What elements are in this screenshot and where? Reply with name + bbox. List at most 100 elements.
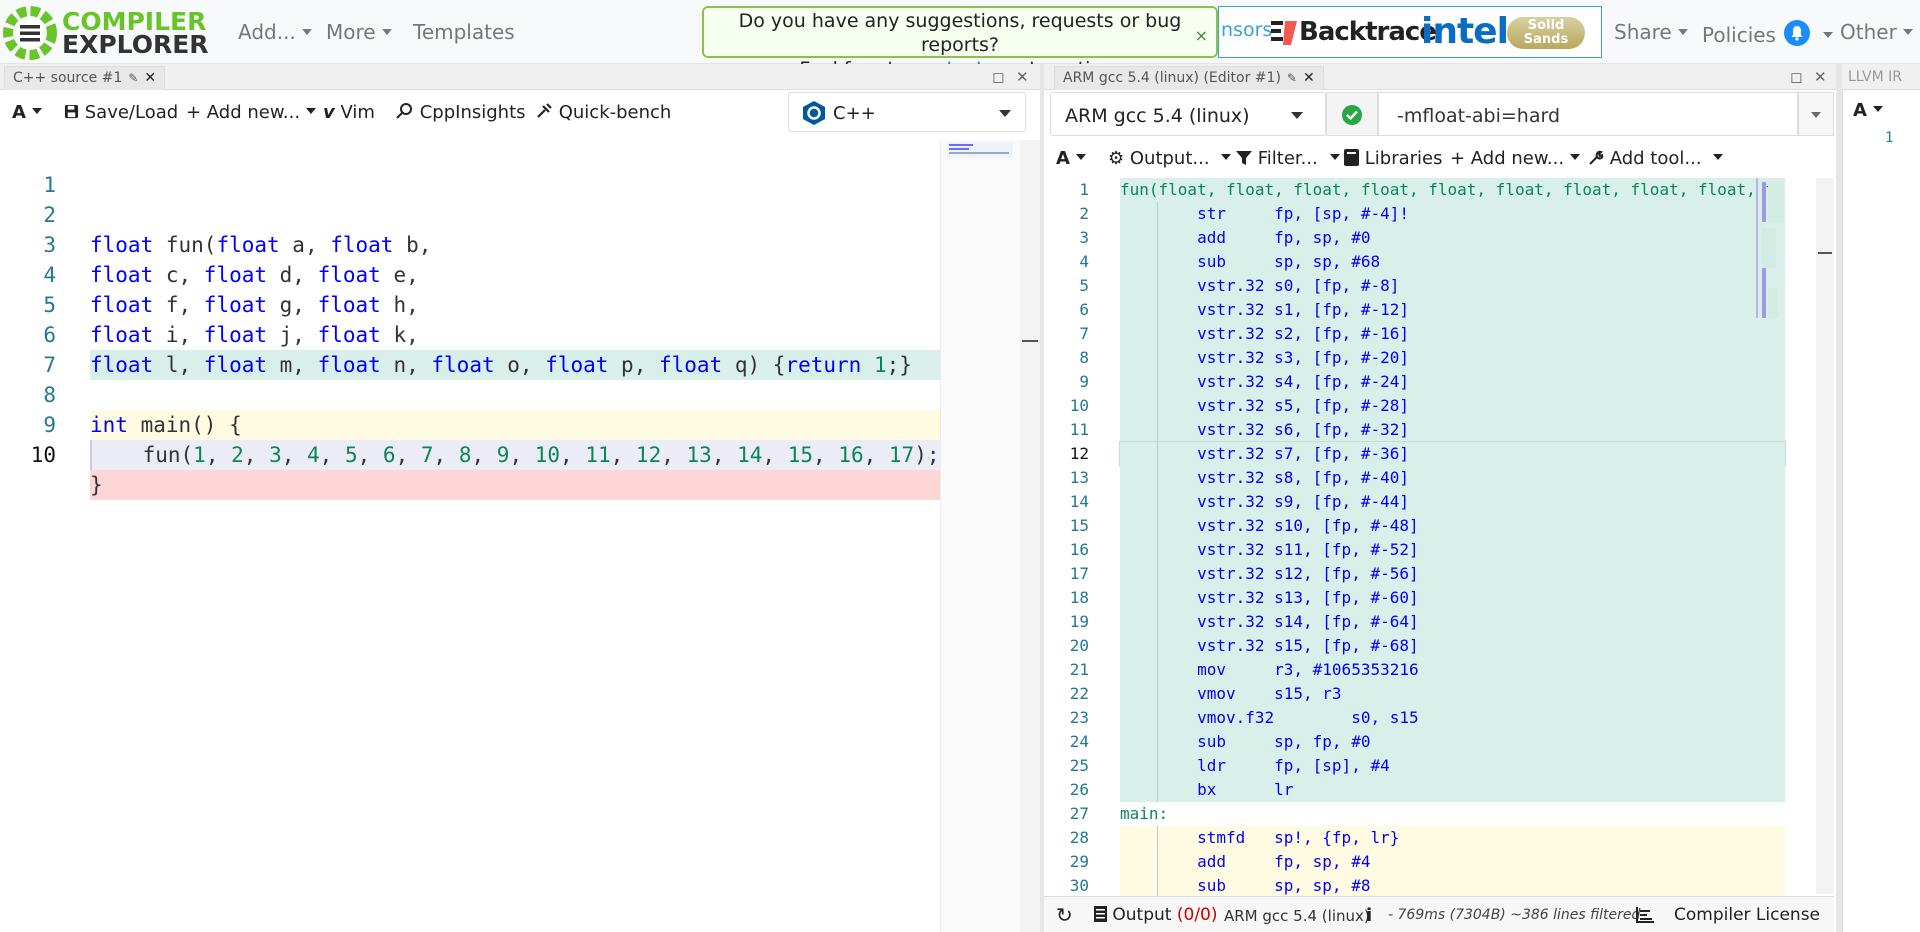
notice-close-icon[interactable]: ×	[1195, 24, 1208, 48]
tab-llvm-ir[interactable]: LLVM IR	[1844, 66, 1907, 89]
add-new-button[interactable]: + Add new...	[1450, 148, 1580, 169]
asm-text: vstr.32 s9, [fp, #-44]	[1120, 490, 1785, 514]
code-line: 5 float i, float j, float k,	[0, 260, 940, 347]
asm-line: 26 bx lr	[1045, 778, 1835, 802]
asm-instruction: vstr.32 s6, [fp, #-32]	[1120, 420, 1409, 439]
pencil-icon[interactable]: ✎	[128, 71, 138, 85]
logo-line2: EXPLORER	[62, 30, 209, 59]
pane-divider[interactable]	[1040, 64, 1044, 932]
compile-status-ok	[1326, 92, 1378, 136]
font-size-button[interactable]: A	[1056, 148, 1086, 169]
pencil-icon[interactable]: ✎	[1287, 71, 1297, 85]
solid-sands-sponsor[interactable]: Solid Sands	[1507, 17, 1585, 49]
output-menu[interactable]: ⚙ Output...	[1108, 148, 1231, 169]
close-icon[interactable]: ✕	[144, 70, 156, 86]
indent-guide	[1157, 754, 1158, 778]
compiler-license-link[interactable]: Compiler License	[1674, 905, 1820, 925]
font-size-button[interactable]: A	[12, 102, 42, 123]
filter-menu[interactable]: Filter...	[1236, 148, 1340, 169]
other-menu[interactable]: Other	[1840, 20, 1913, 44]
libraries-label: Libraries	[1364, 148, 1443, 169]
backtrace-sponsor[interactable]: Backtrace	[1299, 17, 1437, 47]
line-number: 18	[1069, 588, 1089, 607]
indent-guide	[1157, 706, 1158, 730]
asm-label: main:	[1120, 804, 1169, 823]
sponsors-box[interactable]: nsors Backtrace intel. Solid Sands	[1218, 6, 1602, 58]
indent-guide	[1157, 778, 1158, 802]
line-number: 3	[1079, 228, 1089, 247]
line-number: 9	[1079, 372, 1089, 391]
cppinsights-button[interactable]: CppInsights	[396, 102, 526, 123]
options-dropdown-button[interactable]	[1798, 92, 1834, 136]
compiler-explorer-logo[interactable]: COMPILER EXPLORER	[2, 4, 209, 62]
source-editor[interactable]: 1 2 float fun(float a, float b, 3 float …	[0, 140, 940, 932]
close-pane-icon[interactable]: ✕	[1814, 68, 1827, 86]
pane-divider[interactable]	[1836, 64, 1842, 932]
source-tabbar: C++ source #1 ✎ ✕ ◻ ✕	[0, 64, 1040, 90]
asm-instruction: ldr fp, [sp], #4	[1120, 756, 1390, 775]
asm-line: 16 vstr.32 s11, [fp, #-52]	[1045, 538, 1835, 562]
asm-line: 25 ldr fp, [sp], #4	[1045, 754, 1835, 778]
compiler-options-input[interactable]: -mfloat-abi=hard	[1378, 92, 1798, 136]
compiler-select[interactable]: ARM gcc 5.4 (linux)	[1050, 92, 1326, 136]
asm-text: vstr.32 s14, [fp, #-64]	[1120, 610, 1785, 634]
intel-sponsor[interactable]: intel.	[1421, 11, 1522, 52]
feedback-notice: Do you have any suggestions, requests or…	[702, 6, 1218, 80]
assembly-output[interactable]: 1 fun(float, float, float, float, float, …	[1045, 178, 1835, 898]
assembly-scrollbar[interactable]	[1816, 178, 1834, 894]
tab-compiler[interactable]: ARM gcc 5.4 (linux) (Editor #1) ✎ ✕	[1054, 66, 1324, 90]
output-toggle[interactable]: Output (0/0)	[1094, 905, 1218, 925]
code-line: 8 int main() {	[0, 350, 940, 440]
asm-text: vstr.32 s8, [fp, #-40]	[1120, 466, 1785, 490]
asm-text: mov r3, #1065353216	[1120, 658, 1785, 682]
save-load-button[interactable]: Save/Load	[64, 102, 178, 123]
font-size-button[interactable]: A	[1853, 100, 1883, 121]
terminal-icon	[1094, 906, 1107, 922]
share-menu[interactable]: Share	[1614, 20, 1688, 44]
indent-guide	[1157, 202, 1158, 226]
cpp-logo-icon	[803, 101, 825, 125]
refresh-icon[interactable]: ↻	[1056, 903, 1073, 927]
info-icon[interactable]: i	[1366, 905, 1372, 926]
chart-icon[interactable]	[1636, 907, 1654, 923]
line-number: 22	[1069, 684, 1089, 703]
filter-label: Filter...	[1257, 148, 1318, 169]
line-number: 2	[1079, 204, 1089, 223]
code-line: 9 fun(1, 2, 3, 4, 5, 6, 7, 8, 9, 10, 11,…	[0, 380, 940, 470]
asm-line: 24 sub sp, fp, #0	[1045, 730, 1835, 754]
source-minimap[interactable]	[940, 140, 1020, 932]
asm-instruction: vstr.32 s14, [fp, #-64]	[1120, 612, 1419, 631]
policies-menu[interactable]: Policies	[1702, 20, 1833, 47]
close-pane-icon[interactable]: ✕	[1016, 68, 1029, 86]
asm-instruction: vstr.32 s1, [fp, #-12]	[1120, 300, 1409, 319]
line-number: 11	[1069, 420, 1089, 439]
asm-text: vmov.f32 s0, s15	[1120, 706, 1785, 730]
assembly-minimap[interactable]	[1756, 178, 1816, 894]
vim-button[interactable]: v Vim	[323, 102, 375, 123]
code-line: 10 }	[0, 410, 940, 500]
asm-instruction: vstr.32 s0, [fp, #-8]	[1120, 276, 1400, 295]
add-menu[interactable]: Add...	[238, 20, 312, 44]
add-tool-menu[interactable]: Add tool...	[1588, 148, 1723, 169]
source-scrollbar[interactable]	[1020, 140, 1040, 932]
add-new-button[interactable]: + Add new...	[186, 102, 316, 123]
quickbench-button[interactable]: Quick-bench	[535, 102, 671, 123]
maximize-icon[interactable]: ◻	[1790, 68, 1802, 86]
templates-link[interactable]: Templates	[413, 20, 515, 44]
libraries-button[interactable]: Libraries	[1344, 148, 1442, 169]
maximize-icon[interactable]: ◻	[992, 68, 1004, 86]
more-menu[interactable]: More	[326, 20, 392, 44]
asm-instruction: vstr.32 s12, [fp, #-56]	[1120, 564, 1419, 583]
line-number: 17	[1069, 564, 1089, 583]
line-number: 25	[1069, 756, 1089, 775]
asm-line: 8 vstr.32 s3, [fp, #-20]	[1045, 346, 1835, 370]
indent-guide	[1157, 682, 1158, 706]
line-number: 14	[1069, 492, 1089, 511]
compiler-toolbar: A ⚙ Output... Filter... Libraries + Add …	[1044, 140, 1834, 176]
asm-line: 9 vstr.32 s4, [fp, #-24]	[1045, 370, 1835, 394]
asm-line: 17 vstr.32 s12, [fp, #-56]	[1045, 562, 1835, 586]
close-icon[interactable]: ✕	[1303, 70, 1315, 86]
language-select[interactable]: C++	[788, 92, 1026, 132]
tab-cpp-source[interactable]: C++ source #1 ✎ ✕	[4, 66, 166, 90]
line-number: 24	[1069, 732, 1089, 751]
